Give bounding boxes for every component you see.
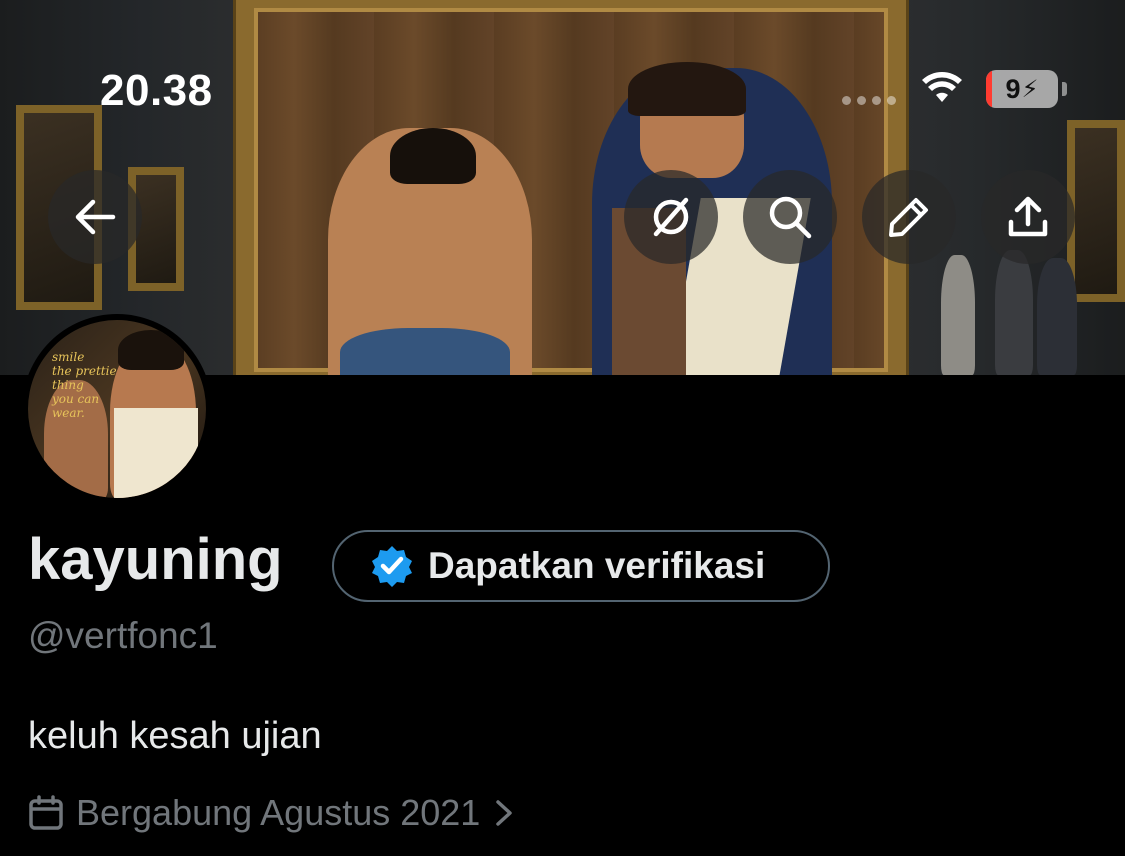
display-name: kayuning [28,527,283,592]
banner-painting-right [1067,120,1125,302]
avatar-person-man-sash [114,408,198,498]
profile-bio: keluh kesah ujian [28,715,322,757]
chevron-right-icon [496,800,513,826]
back-button[interactable] [48,170,142,264]
profile-avatar[interactable]: smile the prettie thing you can wear. [22,314,212,504]
status-time: 20.38 [100,66,213,115]
share-button[interactable] [981,170,1075,264]
wifi-icon [922,72,962,109]
avatar-handwriting-line: wear. [52,406,85,420]
arrow-left-icon [75,199,116,235]
calendar-icon [29,795,63,830]
avatar-handwriting-line: thing [52,378,84,392]
battery-indicator: 9 ⚡︎ [986,70,1058,108]
user-handle: @vertfonc1 [28,615,218,656]
battery-level: 9 [1005,73,1021,104]
search-icon [769,196,812,239]
avatar-handwriting: smile the prettie thing you can wear. [52,350,117,420]
banner-woman-dress [340,328,510,375]
share-upload-icon [1008,196,1048,237]
search-button[interactable] [743,170,837,264]
get-verified-label: Dapatkan verifikasi [428,545,766,586]
mute-notifications-button[interactable] [624,170,718,264]
avatar-handwriting-line: smile [52,350,85,364]
joined-date-text: Bergabung Agustus 2021 [76,792,481,833]
banner-woman-hair [390,128,476,184]
slashed-circle-icon [653,197,689,237]
get-verified-button[interactable]: Dapatkan verifikasi [332,530,830,602]
avatar-handwriting-line: the prettie [52,364,117,378]
cellular-signal-icon [842,96,896,105]
charging-bolt-icon: ⚡︎ [1021,75,1039,103]
avatar-handwriting-line: you can [52,392,100,406]
joined-date-row[interactable]: Bergabung Agustus 2021 [28,792,516,834]
pencil-icon [889,198,928,237]
profile-banner[interactable] [0,0,1125,375]
battery-tip [1062,82,1067,96]
banner-visitor [1037,258,1077,375]
avatar-person-man-hair [118,330,184,370]
verified-badge-icon [372,546,412,587]
banner-visitor [941,255,975,375]
battery-fill [986,70,993,108]
avatar-image: smile the prettie thing you can wear. [28,320,206,498]
banner-man-hair [628,62,746,116]
edit-button[interactable] [862,170,956,264]
banner-visitor [995,250,1033,375]
